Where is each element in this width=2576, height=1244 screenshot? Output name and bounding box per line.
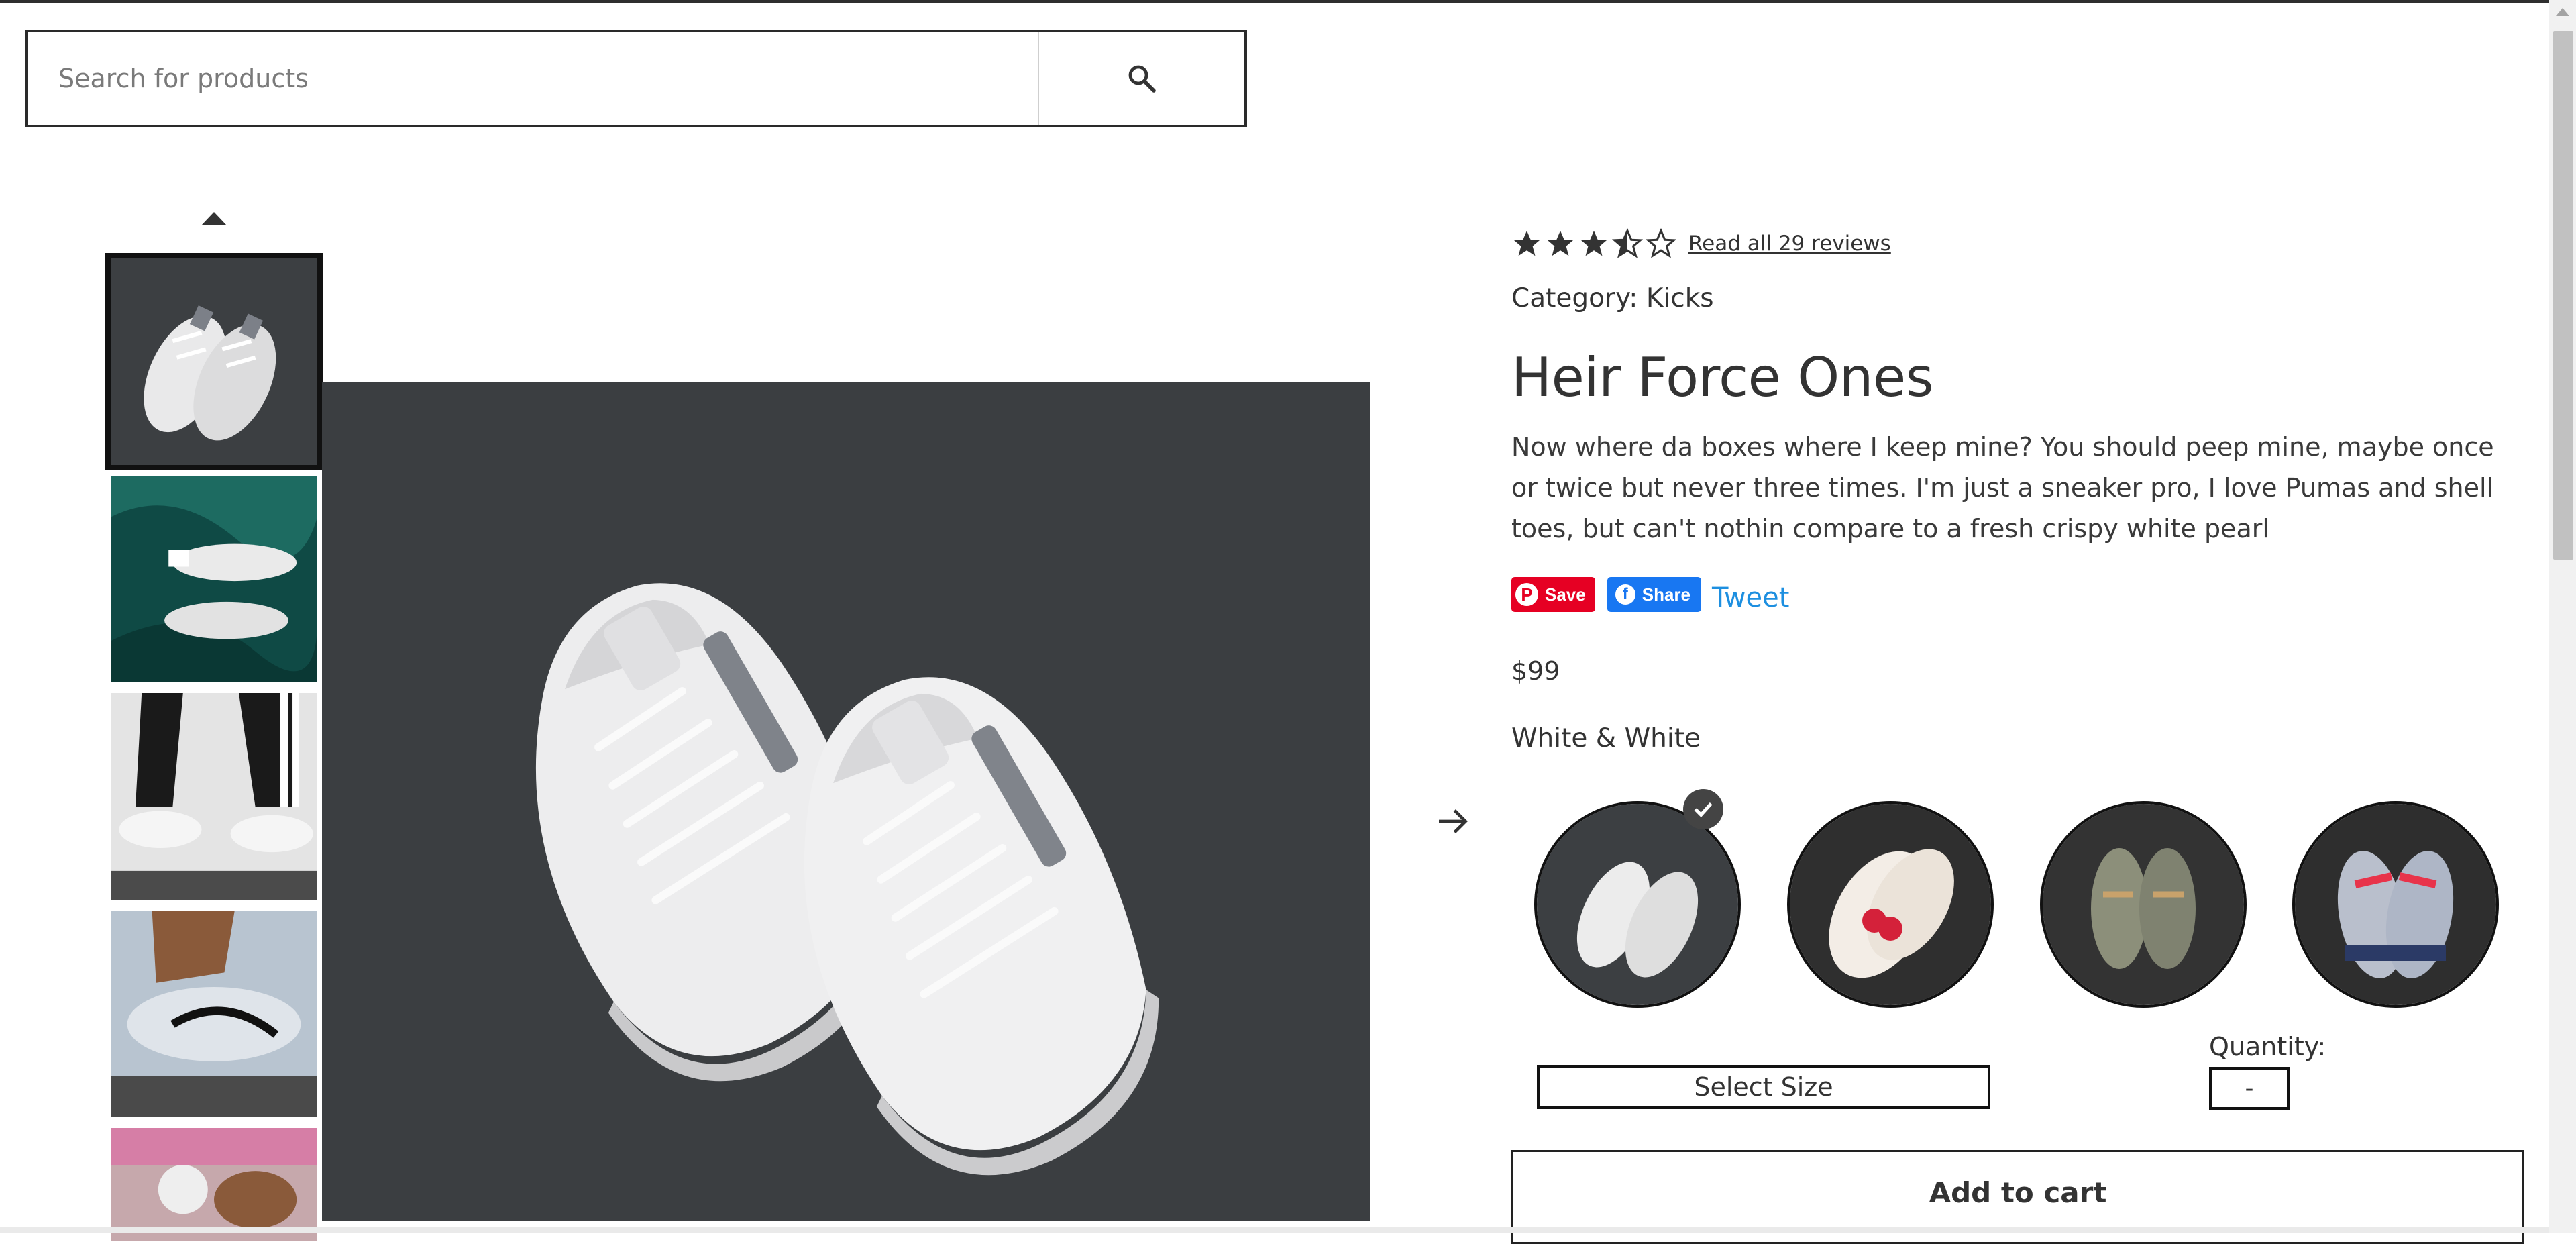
star-full-icon bbox=[1580, 230, 1607, 256]
quantity-input[interactable]: - bbox=[2209, 1067, 2290, 1110]
product-description: Now where da boxes where I keep mine? Yo… bbox=[1511, 432, 2494, 543]
color-swatch-grey-gum[interactable] bbox=[2040, 801, 2247, 1008]
thumbnail-4[interactable] bbox=[111, 911, 317, 1117]
facebook-share-button[interactable]: f Share bbox=[1607, 577, 1701, 612]
pinterest-save-label: Save bbox=[1545, 584, 1586, 605]
facebook-share-label: Share bbox=[1642, 584, 1690, 605]
quantity-label: Quantity: bbox=[2209, 1032, 2326, 1061]
star-half-icon bbox=[1612, 228, 1643, 258]
next-image-arrow-icon[interactable] bbox=[1434, 802, 1472, 840]
top-border bbox=[0, 0, 2576, 3]
star-full-icon bbox=[1513, 230, 1540, 256]
thumbnail-1[interactable] bbox=[105, 253, 323, 470]
search-icon bbox=[1128, 65, 1156, 93]
selected-checkmark-icon bbox=[1683, 789, 1723, 829]
product-category: Category: Kicks bbox=[1511, 283, 1714, 313]
bottom-edge bbox=[0, 1227, 2549, 1233]
thumbnail-2[interactable] bbox=[111, 476, 317, 682]
social-share-bar: P Save f Share Tweet bbox=[1511, 576, 1789, 613]
star-rating: Read all 29 reviews bbox=[1511, 228, 1891, 259]
tweet-link[interactable]: Tweet bbox=[1712, 582, 1789, 613]
star-full-icon bbox=[1547, 230, 1574, 256]
scrollbar-thumb[interactable] bbox=[2553, 31, 2573, 560]
color-swatch-blue-multi[interactable] bbox=[2292, 801, 2499, 1008]
product-price: $99 bbox=[1511, 656, 1560, 686]
product-title: Heir Force Ones bbox=[1511, 346, 1933, 409]
facebook-icon: f bbox=[1615, 584, 1635, 605]
scroll-up-arrow-icon[interactable] bbox=[2556, 8, 2569, 16]
size-select[interactable]: Select Size bbox=[1537, 1065, 1990, 1109]
main-product-image bbox=[322, 382, 1370, 1221]
search-bar bbox=[25, 30, 1247, 127]
thumbnail-3[interactable] bbox=[111, 693, 317, 900]
search-button[interactable] bbox=[1038, 32, 1244, 125]
pinterest-save-button[interactable]: P Save bbox=[1511, 577, 1595, 612]
reviews-link[interactable]: Read all 29 reviews bbox=[1688, 231, 1891, 256]
pinterest-icon: P bbox=[1515, 583, 1538, 606]
selected-color-name: White & White bbox=[1511, 723, 1701, 754]
color-swatch-cdg[interactable] bbox=[1787, 801, 1994, 1008]
color-swatch-white-white[interactable] bbox=[1534, 801, 1741, 1008]
thumbnail-5[interactable] bbox=[111, 1128, 317, 1241]
search-input[interactable] bbox=[28, 32, 1038, 125]
star-empty-icon bbox=[1646, 228, 1676, 258]
thumbnail-scroll-up-icon[interactable] bbox=[201, 212, 227, 225]
